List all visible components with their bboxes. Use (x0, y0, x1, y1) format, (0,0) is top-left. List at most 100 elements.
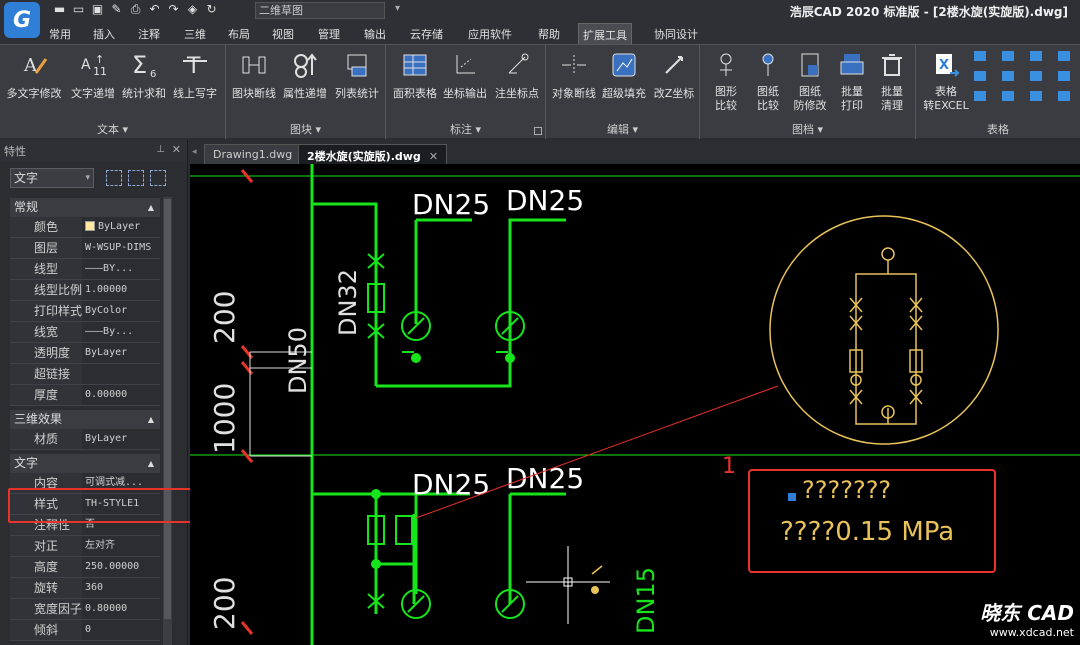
prop-row-justify[interactable]: 对正 左对齐 (10, 536, 160, 557)
open-folder-icon[interactable]: ▭ (71, 2, 86, 17)
scrollbar-thumb[interactable] (164, 199, 171, 619)
select-objects-icon[interactable] (128, 170, 144, 186)
super-fill-button[interactable]: 超级填充 (600, 49, 648, 101)
coord-point-icon (501, 49, 533, 81)
dim-200-bottom: 200 (208, 577, 241, 630)
menu-apps[interactable]: 应用软件 (464, 25, 516, 43)
ribbon-group-text: A 多文字修改 A 11 ↑ 文字递增 Σ6 统计求和 T 线上写字 文本 ▾ (0, 45, 226, 139)
prop-row-oblique[interactable]: 倾斜 0 (10, 620, 160, 641)
qat-customize-icon[interactable]: ▾ (395, 3, 400, 14)
table-tool-4 (1058, 51, 1070, 61)
block-break-icon (238, 49, 270, 81)
drawing-compare-button[interactable]: 图纸 比较 (748, 49, 788, 113)
workspace-select[interactable]: 二维草图 (255, 2, 385, 19)
prop-row-plot-style[interactable]: 打印样式 ByColor (10, 301, 160, 322)
menu-output[interactable]: 输出 (360, 25, 390, 43)
prop-row-material[interactable]: 材质 ByLayer (10, 429, 160, 450)
table-tool-10 (1002, 91, 1014, 101)
ribbon-group-archive: 图形 比较 图纸 比较 图纸 防修改 批量 打印 批量 清理 图档 ▾ (700, 45, 916, 139)
batch-clean-button[interactable]: 批量 清理 (872, 49, 912, 113)
table-to-excel-button[interactable]: X 表格 转EXCEL (922, 49, 970, 113)
prop-row-linetype-scale[interactable]: 线型比例 1.00000 (10, 280, 160, 301)
prop-row-height[interactable]: 高度 250.00000 (10, 557, 160, 578)
annotation-dialog-launcher[interactable] (534, 127, 542, 135)
list-stats-button[interactable]: 列表统计 (332, 49, 382, 101)
category-3d-effects[interactable]: 三维效果 ▲ (10, 410, 160, 429)
change-z-button[interactable]: 改Z坐标 (650, 49, 698, 101)
watermark-url: www.xdcad.net (989, 626, 1074, 639)
prop-row-width-factor[interactable]: 宽度因子 0.80000 (10, 599, 160, 620)
prop-row-layer[interactable]: 图层 W-WSUP-DIMS (10, 238, 160, 259)
svg-text:6: 6 (150, 69, 156, 79)
menu-home[interactable]: 常用 (45, 25, 75, 43)
new-file-icon[interactable]: ▬ (52, 2, 67, 17)
sum-stats-button[interactable]: Σ6 统计求和 (120, 49, 168, 101)
multi-text-edit-button[interactable]: A 多文字修改 (6, 49, 62, 101)
drawing-canvas[interactable]: 200 1000 200 DN50 DN32 DN15 DN25 DN25 DN… (190, 164, 1080, 645)
block-break-line-button[interactable]: 图块断线 (230, 49, 278, 101)
prop-row-hyperlink[interactable]: 超链接 (10, 364, 160, 385)
group-label-block[interactable]: 图块 ▾ (226, 121, 385, 137)
prop-row-linetype[interactable]: 线型 ———BY... (10, 259, 160, 280)
table-tool-8 (1058, 71, 1070, 81)
app-logo[interactable]: G (4, 2, 40, 38)
properties-scrollbar[interactable] (163, 197, 172, 645)
group-label-text[interactable]: 文本 ▾ (0, 121, 225, 137)
table-tool-12 (1058, 91, 1070, 101)
category-general[interactable]: 常规 ▲ (10, 198, 160, 217)
menu-insert[interactable]: 插入 (89, 25, 119, 43)
menu-extension-tools[interactable]: 扩展工具 (578, 23, 632, 44)
prop-row-lineweight[interactable]: 线宽 ———By... (10, 322, 160, 343)
pin-icon[interactable]: ⊥ (156, 144, 165, 155)
menu-view[interactable]: 视图 (268, 25, 298, 43)
menu-collaboration[interactable]: 协同设计 (650, 25, 702, 43)
menu-cloud[interactable]: 云存储 (406, 25, 447, 43)
save-icon[interactable]: ▣ (90, 2, 105, 17)
menu-manage[interactable]: 管理 (314, 25, 344, 43)
save-as-icon[interactable]: ✎ (109, 2, 124, 17)
category-text[interactable]: 文字 ▲ (10, 454, 160, 473)
toggle-pickadd-icon[interactable] (106, 170, 122, 186)
group-label-archive[interactable]: 图档 ▾ (700, 121, 915, 137)
group-label-edit[interactable]: 编辑 ▾ (546, 121, 699, 137)
refresh-icon[interactable]: ↻ (204, 2, 219, 17)
print-icon[interactable]: ⎙ (128, 2, 143, 17)
prop-row-transparency[interactable]: 透明度 ByLayer (10, 343, 160, 364)
tab-active-drawing[interactable]: 2楼水旋(实旋版).dwg ✕ (298, 144, 448, 164)
menu-help[interactable]: 帮助 (534, 25, 564, 43)
menu-annotate[interactable]: 注释 (134, 25, 164, 43)
graphic-compare-button[interactable]: 图形 比较 (706, 49, 746, 113)
trash-icon (876, 49, 908, 81)
ribbon-group-annotation: 面积表格 坐标输出 注坐标点 标注 ▾ (386, 45, 546, 139)
tab-drawing1[interactable]: Drawing1.dwg (204, 144, 302, 164)
dn15-label: DN15 (632, 567, 660, 634)
drawing-protect-button[interactable]: 图纸 防修改 (788, 49, 832, 113)
close-icon[interactable]: ✕ (172, 143, 181, 156)
area-table-button[interactable]: 面积表格 (390, 49, 440, 101)
batch-print-button[interactable]: 批量 打印 (832, 49, 872, 113)
dn25-label-d: DN25 (506, 462, 584, 495)
group-label-annotation[interactable]: 标注 ▾ (386, 121, 545, 137)
text-increment-button[interactable]: A 11 ↑ 文字递增 (68, 49, 118, 101)
redo-icon[interactable]: ↷ (166, 2, 181, 17)
prop-row-thickness[interactable]: 厚度 0.00000 (10, 385, 160, 406)
tab-scroll-left-icon[interactable]: ◂ (192, 147, 197, 157)
change-z-icon (658, 49, 690, 81)
table-tool-6 (1002, 71, 1014, 81)
prop-row-rotation[interactable]: 旋转 360 (10, 578, 160, 599)
cube-icon[interactable]: ◈ (185, 2, 200, 17)
quick-select-icon[interactable] (150, 170, 166, 186)
close-tab-icon[interactable]: ✕ (429, 150, 438, 163)
attribute-increment-button[interactable]: 属性递增 (280, 49, 330, 101)
coord-point-button[interactable]: 注坐标点 (492, 49, 542, 101)
menu-layout[interactable]: 布局 (224, 25, 254, 43)
object-break-button[interactable]: 对象断线 (550, 49, 598, 101)
quick-access-toolbar: ▬ ▭ ▣ ✎ ⎙ ↶ ↷ ◈ ↻ (52, 2, 219, 17)
list-stats-icon (341, 49, 373, 81)
object-type-select[interactable]: 文字 ▾ (10, 168, 94, 188)
prop-row-color[interactable]: 颜色 ByLayer (10, 217, 160, 238)
menu-3d[interactable]: 三维 (180, 25, 210, 43)
coord-output-button[interactable]: 坐标输出 (440, 49, 490, 101)
undo-icon[interactable]: ↶ (147, 2, 162, 17)
text-on-line-button[interactable]: T 线上写字 (170, 49, 220, 101)
